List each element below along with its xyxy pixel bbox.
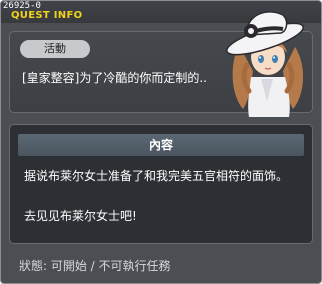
npc-portrait-icon (226, 11, 304, 117)
activity-title: [皇家整容]为了冷酷的你而定制的.. (22, 71, 207, 85)
quest-status: 狀態: 可開始 / 不可執行任務 (19, 259, 171, 273)
content-line: 去见见布莱尔女士吧! (24, 209, 137, 223)
content-line: 据说布莱尔女士准备了和我完美五官相符的面饰。 (24, 169, 289, 183)
quest-info-window: 26925-0 QUEST INFO 活動 [皇家整容]为了冷酷的你而定制的.. (0, 0, 322, 284)
window-title: QUEST INFO (11, 10, 83, 21)
activity-tag: 活動 (20, 40, 90, 58)
content-panel: 內容 据说布莱尔女士准备了和我完美五官相符的面饰。 去见见布莱尔女士吧! (9, 124, 313, 244)
content-header: 內容 (18, 134, 304, 156)
